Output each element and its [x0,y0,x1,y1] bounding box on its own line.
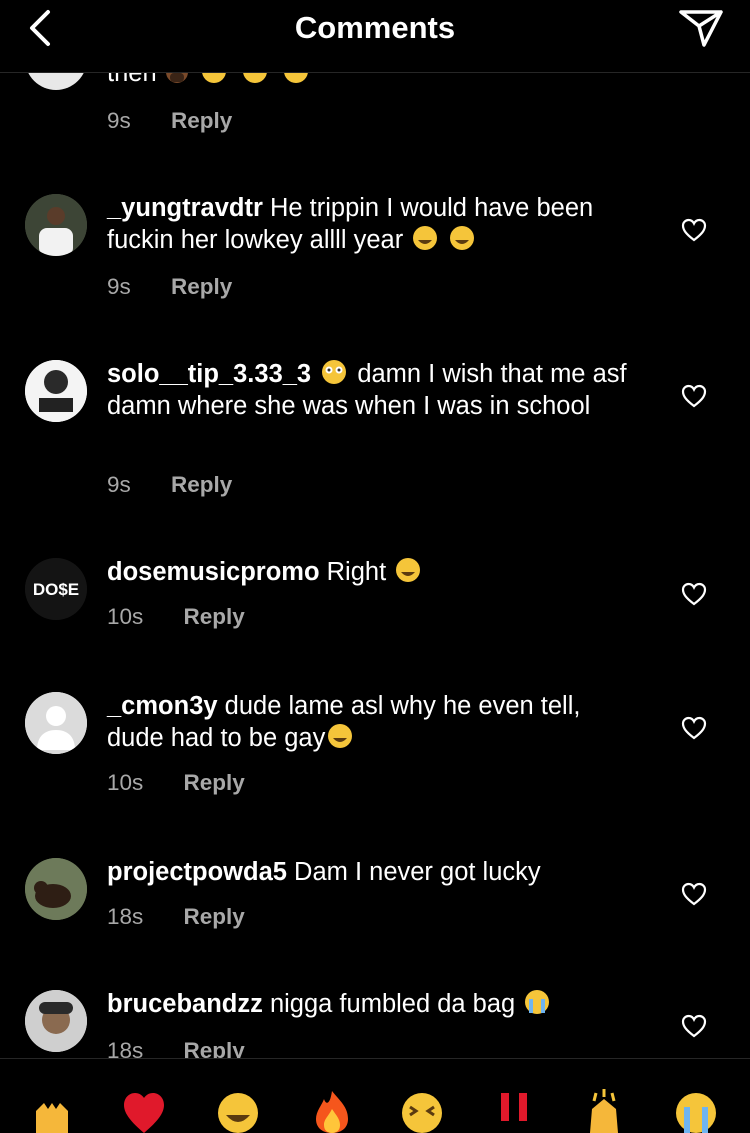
avatar-image [25,858,87,920]
heart-icon[interactable] [681,882,707,906]
comment-text: brucebandzz nigga fumbled da bag [107,988,637,1020]
comment-time: 9s [107,472,131,497]
comment-time: 10s [107,604,144,629]
tired-face-emoji[interactable] [400,1089,444,1133]
heart-icon[interactable] [681,384,707,408]
avatar[interactable] [25,360,87,422]
avatar[interactable] [25,858,87,920]
comment-meta: 18s Reply [107,904,245,930]
joy-emoji [413,226,438,250]
joy-emoji [396,558,421,582]
red-heart-emoji[interactable] [122,1089,166,1133]
heart-icon[interactable] [681,1014,707,1038]
fire-emoji[interactable] [310,1089,354,1133]
comment-username[interactable]: solo__tip_3.33_3 [107,360,311,388]
comment-text: projectpowda5 Dam I never got lucky [107,856,637,888]
comment-list[interactable]: then 9s Reply _yungtravdtr He trippin I … [0,0,750,1058]
comment-meta: 18s Reply [107,1038,245,1058]
reply-button[interactable]: Reply [184,904,245,929]
emoji-quick-bar [0,1058,750,1133]
comment-body: Dam I never got lucky [294,858,541,886]
avatar-image: DO$E [25,558,87,620]
comment-text: _yungtravdtr He trippin I would have bee… [107,192,637,256]
comment-meta: 9s Reply [107,108,232,134]
comment-username[interactable]: brucebandzz [107,990,263,1018]
loudly-crying-emoji [525,990,550,1014]
send-icon[interactable] [678,8,724,48]
avatar-image [25,194,87,256]
comment-time: 9s [107,108,131,133]
raising-hands-emoji[interactable] [30,1089,74,1133]
reply-button[interactable]: Reply [171,274,232,299]
heart-icon[interactable] [681,582,707,606]
comment-time: 18s [107,904,144,929]
loudly-crying-emoji[interactable] [674,1089,718,1133]
avatar-image [25,360,87,422]
reply-button[interactable]: Reply [184,604,245,629]
heart-icon[interactable] [681,218,707,242]
flushed-emoji [322,360,347,384]
comment-username[interactable]: _cmon3y [107,692,218,720]
joy-emoji [328,724,353,748]
avatar[interactable]: DO$E [25,558,87,620]
comment-username[interactable]: dosemusicpromo [107,558,320,586]
comment-body: Right [326,558,387,586]
comment-text: solo__tip_3.33_3 damn I wish that me asf… [107,358,637,422]
comment-meta: 10s Reply [107,770,245,796]
page-title: Comments [294,10,456,45]
reply-button[interactable]: Reply [184,770,245,795]
joy-emoji [450,226,475,250]
comment-meta: 9s Reply [107,274,232,300]
comment-text: _cmon3y dude lame asl why he even tell, … [107,690,637,754]
comment-body: nigga fumbled da bag [269,990,516,1018]
avatar[interactable] [25,692,87,754]
comment-text: dosemusicpromo Right [107,556,637,588]
comment-time: 18s [107,1038,144,1058]
comment-time: 10s [107,770,144,795]
top-bar: Comments [0,0,750,73]
reply-button[interactable]: Reply [171,108,232,133]
comment-time: 9s [107,274,131,299]
avatar-logo-text: DO$E [33,580,79,599]
avatar[interactable] [25,194,87,256]
avatar[interactable] [25,990,87,1052]
reply-button[interactable]: Reply [171,472,232,497]
joy-emoji[interactable] [216,1089,260,1133]
comment-username[interactable]: projectpowda5 [107,858,287,886]
comment-username[interactable]: _yungtravdtr [107,194,263,222]
double-exclamation-emoji[interactable] [492,1089,536,1133]
avatar-image [25,990,87,1052]
comment-meta: 9s Reply [107,472,232,498]
heart-icon[interactable] [681,716,707,740]
reply-button[interactable]: Reply [184,1038,245,1058]
clapping-hands-emoji[interactable] [582,1089,626,1133]
comment-meta: 10s Reply [107,604,245,630]
default-avatar-icon [25,692,87,754]
